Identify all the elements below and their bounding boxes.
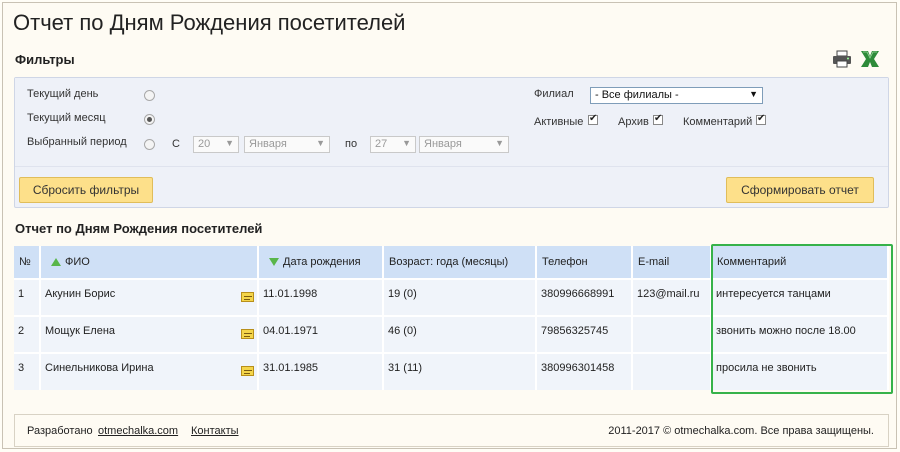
- to-month-select[interactable]: Января ▼: [419, 136, 509, 153]
- excel-icon: [861, 51, 879, 67]
- active-checkbox[interactable]: [588, 113, 598, 125]
- cell-email: [632, 315, 712, 353]
- cell-name[interactable]: Акунин Борис: [40, 278, 259, 316]
- from-month-select[interactable]: Января ▼: [244, 136, 330, 153]
- to-label: по: [345, 138, 358, 150]
- cell-phone: 380996668991: [536, 278, 633, 316]
- cell-name[interactable]: Синельникова Ирина: [40, 352, 259, 390]
- footer-developed-by: Разработано: [27, 425, 93, 437]
- column-header-email[interactable]: E-mail: [632, 246, 712, 279]
- table-row: 1 Акунин Борис 11.01.1998 19 (0) 3809966…: [14, 278, 889, 316]
- cell-number: 3: [14, 352, 41, 390]
- export-toolbar: [831, 49, 881, 69]
- dropdown-arrow-icon: ▼: [225, 138, 234, 148]
- report-page: Отчет по Дням Рождения посетителей Фильт…: [2, 2, 897, 449]
- footer-site-link[interactable]: otmechalka.com: [98, 425, 178, 437]
- note-icon[interactable]: [241, 329, 254, 339]
- cell-comment: интересуется танцами: [711, 278, 889, 316]
- from-day-select[interactable]: 20 ▼: [193, 136, 239, 153]
- cell-phone: 79856325745: [536, 315, 633, 353]
- print-button[interactable]: [831, 49, 853, 69]
- dropdown-arrow-icon: ▼: [316, 138, 325, 148]
- comment-filter-label: Комментарий: [683, 116, 753, 128]
- column-header-name-label: ФИО: [65, 256, 90, 268]
- filters-panel: Текущий день Текущий месяц Выбранный пер…: [14, 77, 889, 208]
- column-header-age[interactable]: Возраст: года (месяцы): [383, 246, 537, 279]
- excel-export-button[interactable]: [859, 49, 881, 69]
- current-day-label: Текущий день: [27, 88, 99, 100]
- cell-name-text: Акунин Борис: [45, 287, 116, 300]
- cell-email: [632, 352, 712, 390]
- dropdown-arrow-icon: ▼: [495, 138, 504, 148]
- archive-checkbox[interactable]: [653, 113, 663, 125]
- dropdown-arrow-icon: ▼: [749, 89, 758, 99]
- current-month-radio[interactable]: [144, 114, 155, 125]
- current-month-label: Текущий месяц: [27, 112, 106, 124]
- reset-filters-button[interactable]: Сбросить фильтры: [19, 177, 153, 203]
- column-header-number: №: [14, 246, 41, 279]
- cell-age: 46 (0): [383, 315, 537, 353]
- cell-comment: звонить можно после 18.00: [711, 315, 889, 353]
- filters-title: Фильтры: [15, 52, 75, 67]
- report-title: Отчет по Дням Рождения посетителей: [15, 221, 263, 236]
- cell-birthdate: 04.01.1971: [258, 315, 384, 353]
- table-row: 3 Синельникова Ирина 31.01.1985 31 (11) …: [14, 352, 889, 390]
- cell-birthdate: 31.01.1985: [258, 352, 384, 390]
- from-label: С: [172, 138, 180, 150]
- sort-ascending-icon: [51, 258, 61, 266]
- column-header-phone[interactable]: Телефон: [536, 246, 633, 279]
- to-month-value: Января: [424, 138, 462, 150]
- footer: Разработано otmechalka.com Контакты 2011…: [14, 414, 889, 447]
- column-header-birthdate[interactable]: Дата рождения: [258, 246, 384, 279]
- cell-name-text: Мощук Елена: [45, 324, 116, 337]
- branch-select[interactable]: - Все филиалы - ▼: [590, 87, 763, 104]
- cell-birthdate: 11.01.1998: [258, 278, 384, 316]
- cell-age: 19 (0): [383, 278, 537, 316]
- cell-age: 31 (11): [383, 352, 537, 390]
- branch-value: - Все филиалы -: [595, 89, 679, 101]
- from-month-value: Января: [249, 138, 287, 150]
- cell-number: 2: [14, 315, 41, 353]
- to-day-select[interactable]: 27 ▼: [370, 136, 416, 153]
- archive-label: Архив: [618, 116, 649, 128]
- cell-phone: 380996301458: [536, 352, 633, 390]
- footer-contacts-link[interactable]: Контакты: [191, 425, 239, 437]
- branch-label: Филиал: [534, 88, 574, 100]
- cell-email: 123@mail.ru: [632, 278, 712, 316]
- printer-icon: [833, 50, 851, 68]
- cell-comment: просила не звонить: [711, 352, 889, 390]
- column-header-name[interactable]: ФИО: [40, 246, 259, 279]
- filters-form: Текущий день Текущий месяц Выбранный пер…: [15, 78, 888, 167]
- period-label: Выбранный период: [27, 136, 127, 148]
- column-header-comment[interactable]: Комментарий: [711, 246, 889, 279]
- footer-copyright: 2011-2017 © otmechalka.com. Все права за…: [608, 425, 874, 437]
- current-day-radio[interactable]: [144, 90, 155, 101]
- from-day-value: 20: [198, 138, 211, 150]
- note-icon[interactable]: [241, 366, 254, 376]
- generate-report-button[interactable]: Сформировать отчет: [726, 177, 874, 203]
- to-day-value: 27: [375, 138, 388, 150]
- page-title: Отчет по Дням Рождения посетителей: [13, 10, 406, 35]
- dropdown-arrow-icon: ▼: [402, 138, 411, 148]
- cell-name-text: Синельникова Ирина: [45, 362, 154, 374]
- birthday-table: № ФИО Дата рождения Возраст: года (месяц…: [14, 246, 889, 390]
- period-radio[interactable]: [144, 139, 155, 150]
- note-icon[interactable]: [241, 292, 254, 302]
- active-label: Активные: [534, 116, 584, 128]
- table-row: 2 Мощук Елена 04.01.1971 46 (0) 79856325…: [14, 315, 889, 353]
- column-header-birthdate-label: Дата рождения: [283, 256, 361, 268]
- cell-number: 1: [14, 278, 41, 316]
- cell-name[interactable]: Мощук Елена: [40, 315, 259, 353]
- sort-descending-icon: [269, 258, 279, 266]
- table-header-row: № ФИО Дата рождения Возраст: года (месяц…: [14, 246, 889, 279]
- comment-checkbox[interactable]: [756, 113, 766, 125]
